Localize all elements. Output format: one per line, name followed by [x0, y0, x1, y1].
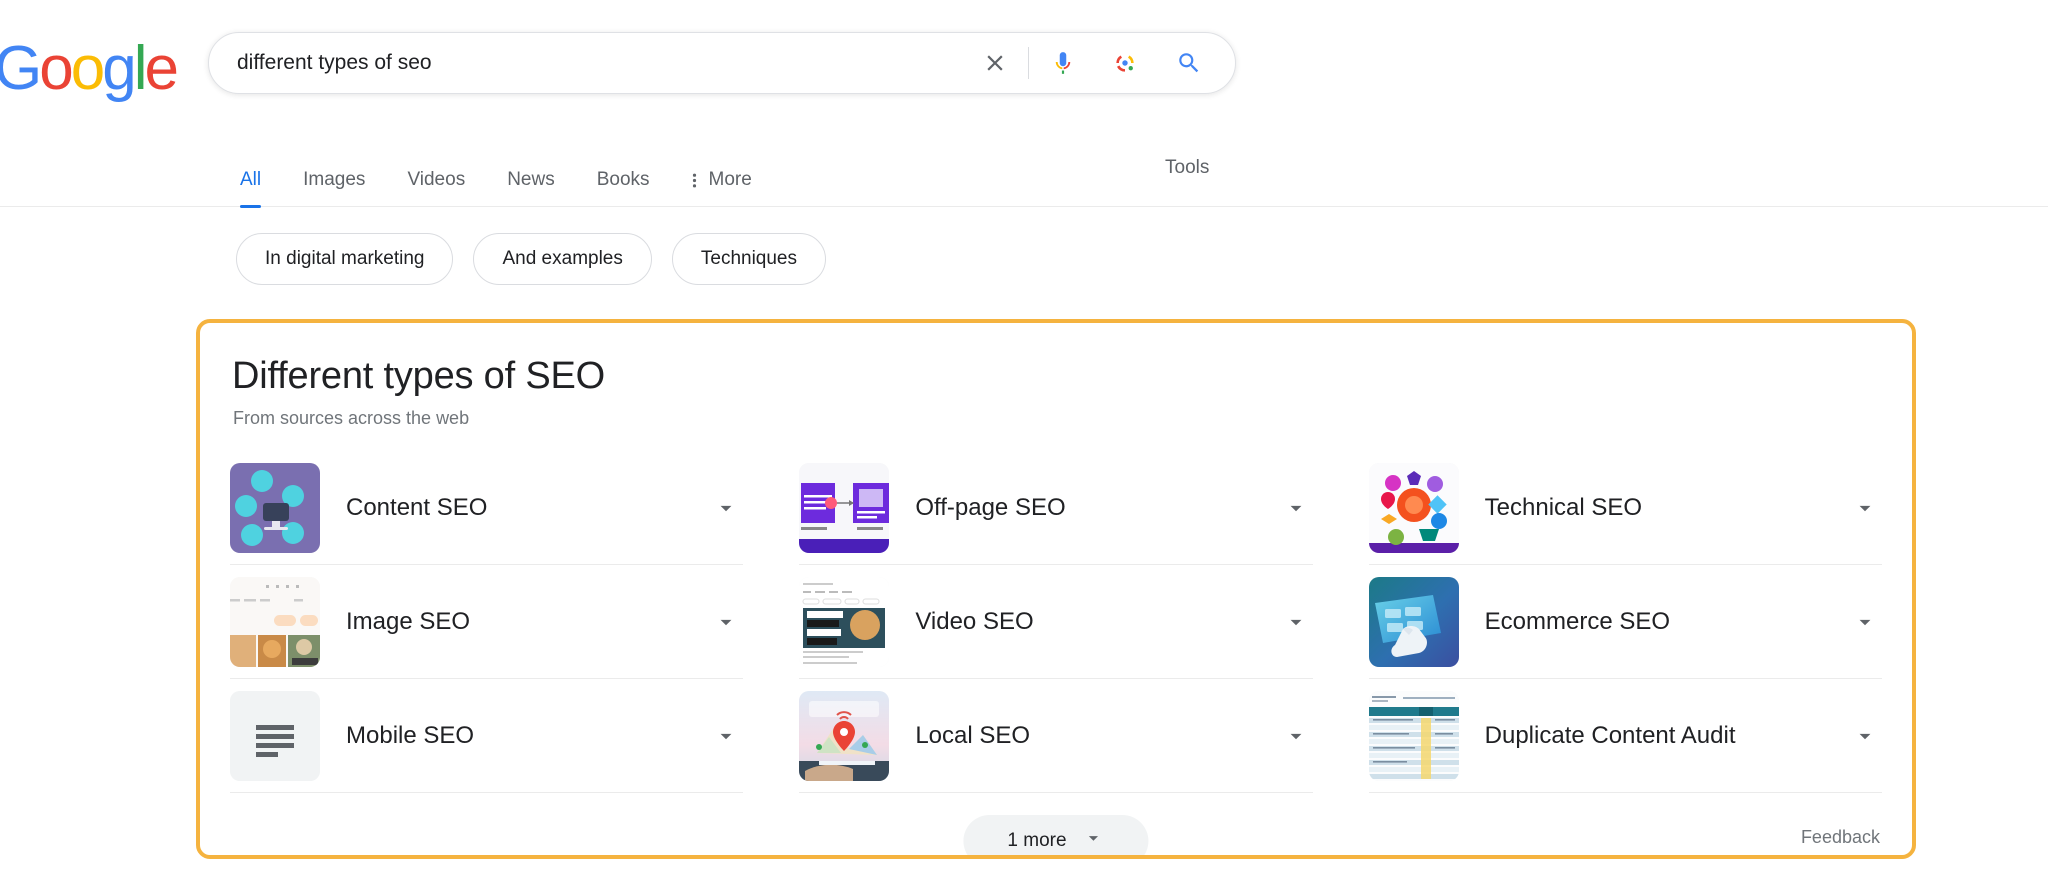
tab-images-label: Images: [303, 169, 366, 190]
card-subtitle: From sources across the web: [233, 408, 470, 428]
list-item-label: Duplicate Content Audit: [1484, 721, 1736, 749]
tools-label: Tools: [1165, 157, 1210, 178]
hand-touch-screen-teal-icon: [1368, 576, 1459, 667]
list-item-label: Ecommerce SEO: [1484, 607, 1671, 635]
tab-images[interactable]: Images: [303, 169, 365, 207]
tab-books-label: Books: [596, 169, 650, 190]
filter-chip-label: Techniques: [700, 248, 797, 269]
technical-seo-radial-colorful-icon: [1368, 462, 1459, 553]
feedback-link[interactable]: Feedback: [1801, 827, 1880, 848]
microphone-icon[interactable]: [1043, 40, 1083, 86]
tab-videos-label: Videos: [407, 169, 466, 190]
tools-button[interactable]: Tools: [1165, 145, 1209, 207]
map-pin-local-search-icon: [799, 690, 890, 781]
google-logo[interactable]: Google: [0, 38, 179, 100]
seo-type-grid: Content SEO Off-page SEO Technical SEO I…: [230, 451, 1882, 793]
filter-chip-techniques[interactable]: Techniques: [671, 233, 826, 285]
list-item-label: Local SEO: [915, 721, 1031, 749]
show-more-label: 1 more: [1007, 830, 1067, 851]
list-item-label: Image SEO: [346, 607, 471, 635]
search-input[interactable]: different types of seo: [237, 51, 972, 75]
types-of-seo-card: Different types of SEO From sources acro…: [196, 319, 1916, 859]
chevron-down-icon[interactable]: [1848, 609, 1882, 635]
chevron-down-icon[interactable]: [1279, 609, 1313, 635]
chevron-down-icon[interactable]: [709, 495, 743, 521]
chevron-down-icon[interactable]: [1279, 495, 1313, 521]
image-search-results-dogs-icon: [230, 576, 320, 667]
filter-chip-and-examples[interactable]: And examples: [473, 233, 652, 285]
list-item-label: Video SEO: [915, 607, 1034, 635]
list-item-duplicate-content-audit[interactable]: Duplicate Content Audit: [1368, 679, 1882, 793]
google-lens-camera-icon[interactable]: [1105, 40, 1145, 86]
chevron-down-icon[interactable]: [1848, 495, 1882, 521]
filter-chip-row: In digital marketing And examples Techni…: [236, 233, 2048, 285]
spreadsheet-audit-table-icon: [1368, 690, 1459, 781]
list-item-label: Mobile SEO: [346, 721, 475, 749]
list-item-local-seo[interactable]: Local SEO: [799, 679, 1313, 793]
filter-chip-in-digital-marketing[interactable]: In digital marketing: [236, 233, 454, 285]
feedback-label: Feedback: [1800, 827, 1880, 847]
search-divider: [1028, 47, 1029, 79]
list-item-off-page-seo[interactable]: Off-page SEO: [799, 451, 1313, 565]
chevron-down-icon[interactable]: [1279, 723, 1313, 749]
search-header: Google different types of seo: [0, 0, 2048, 145]
vertical-dots-icon: [692, 172, 697, 189]
search-bar[interactable]: different types of seo: [208, 32, 1236, 94]
list-item-label: Content SEO: [346, 493, 488, 521]
list-item-label: Off-page SEO: [915, 493, 1066, 521]
tab-news[interactable]: News: [507, 169, 555, 207]
on-page-seo-diagram-purple-icon: [230, 462, 320, 553]
list-item-technical-seo[interactable]: Technical SEO: [1368, 451, 1882, 565]
list-item-content-seo[interactable]: Content SEO: [230, 451, 744, 565]
list-item-ecommerce-seo[interactable]: Ecommerce SEO: [1368, 565, 1882, 679]
text-lines-placeholder-gray-icon: [230, 690, 320, 781]
video-thumbnail-dog-grooming-icon: [799, 576, 890, 667]
list-item-image-seo[interactable]: Image SEO: [230, 565, 744, 679]
list-item-label: Technical SEO: [1484, 493, 1643, 521]
chevron-down-icon[interactable]: [709, 723, 743, 749]
tab-more[interactable]: More: [692, 169, 752, 207]
tab-videos[interactable]: Videos: [407, 169, 465, 207]
show-more-button[interactable]: 1 more: [963, 815, 1149, 855]
list-item-video-seo[interactable]: Video SEO: [799, 565, 1313, 679]
search-nav-tabs: All Images Videos News Books More Tools: [0, 145, 2048, 208]
tab-all-label: All: [240, 169, 262, 190]
close-x-icon[interactable]: [972, 40, 1018, 86]
card-footer: 1 more Feedback: [200, 797, 1912, 855]
chevron-down-icon[interactable]: [709, 609, 743, 635]
tab-more-label: More: [708, 169, 752, 190]
filter-chip-label: And examples: [502, 248, 623, 269]
magnifier-search-icon[interactable]: [1169, 40, 1209, 86]
page-title: Different types of SEO: [232, 355, 605, 397]
tab-news-label: News: [507, 169, 555, 190]
backlink-diagram-purple-icon: [799, 462, 890, 553]
chevron-down-icon: [1083, 827, 1105, 855]
list-item-mobile-seo[interactable]: Mobile SEO: [230, 679, 744, 793]
filter-chip-label: In digital marketing: [265, 248, 425, 269]
chevron-down-icon[interactable]: [1848, 723, 1882, 749]
tab-books[interactable]: Books: [597, 169, 650, 207]
tab-all[interactable]: All: [240, 169, 262, 208]
